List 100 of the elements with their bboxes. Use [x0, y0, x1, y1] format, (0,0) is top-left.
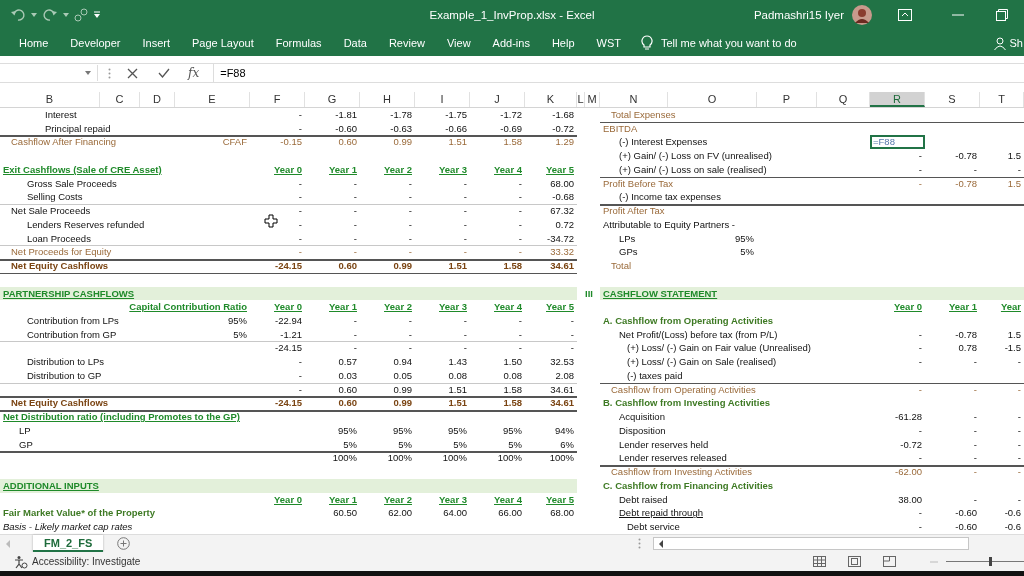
- year-heading: Year 4: [494, 300, 523, 314]
- table-cell-text: 66.00: [498, 506, 523, 521]
- grip-icon[interactable]: [108, 67, 111, 79]
- cell-editor[interactable]: =F88: [870, 135, 925, 150]
- ribbon-display-icon[interactable]: [898, 9, 912, 21]
- row-label: Net Equity Cashflows: [10, 259, 110, 273]
- customize-icon[interactable]: [93, 11, 101, 19]
- column-header[interactable]: K: [525, 92, 577, 107]
- column-header[interactable]: I: [415, 92, 470, 107]
- horizontal-scrollbar[interactable]: [653, 537, 970, 550]
- redo-icon[interactable]: [42, 8, 58, 22]
- column-header[interactable]: R: [870, 92, 925, 107]
- column-header[interactable]: O: [668, 92, 757, 107]
- column-header[interactable]: C: [100, 92, 140, 107]
- page-break-icon[interactable]: [883, 556, 896, 567]
- restore-icon[interactable]: [996, 9, 1008, 21]
- zoom-thumb[interactable]: [988, 557, 992, 566]
- ribbon-tab[interactable]: Review: [388, 34, 425, 52]
- enter-icon[interactable]: [158, 68, 170, 78]
- cancel-icon[interactable]: [127, 67, 138, 79]
- column-header[interactable]: P: [757, 92, 817, 107]
- row-label: (+) Loss/ (-) Gain on Sale (realised): [626, 355, 778, 369]
- ribbon-tab[interactable]: View: [446, 34, 471, 52]
- sheet-tab[interactable]: FM_2_FS: [33, 535, 104, 552]
- table-cell-text: -: [518, 190, 523, 205]
- ribbon-tab[interactable]: Home: [19, 34, 49, 52]
- table-cell-text: 95%: [338, 423, 358, 438]
- table-cell-text: -22.94: [275, 314, 303, 328]
- ribbon-tab[interactable]: WST: [596, 34, 621, 52]
- table-cell-text: 100%: [332, 451, 358, 466]
- table-cell-text: 68.00: [550, 506, 575, 521]
- table-cell-text: -: [518, 245, 523, 260]
- column-header[interactable]: D: [140, 92, 175, 107]
- row-label: Total Expenses: [610, 108, 677, 122]
- table-cell-text: 100%: [442, 451, 468, 466]
- table-cell-text: 0.94: [393, 355, 413, 369]
- table-cell-text: -1.5: [1004, 341, 1022, 356]
- row-label: (+) Gain/ (-) Loss on sale (realised): [618, 162, 768, 177]
- table-cell-text: -0.6: [1004, 506, 1022, 521]
- table-cell-text: 0.60: [338, 382, 358, 397]
- accessibility-status[interactable]: Accessibility: Investigate: [32, 556, 141, 567]
- add-sheet-icon[interactable]: [117, 537, 131, 550]
- column-header[interactable]: N: [600, 92, 668, 107]
- ribbon-tab[interactable]: Insert: [142, 34, 170, 52]
- table-cell-text: -61.28: [895, 410, 923, 424]
- section-heading: CASHFLOW STATEMENT: [600, 286, 1024, 301]
- column-header[interactable]: F: [250, 92, 305, 107]
- table-cell-text: -1.68: [552, 108, 575, 122]
- column-header[interactable]: L: [577, 92, 585, 107]
- table-cell-text: 1.51: [448, 396, 468, 411]
- table-cell-text: 1.51: [448, 382, 468, 397]
- row-label: Profit After Tax: [602, 204, 666, 218]
- table-cell-text: -0.60: [955, 520, 978, 534]
- row-label: Distribution to LPs: [26, 355, 106, 369]
- normal-view-icon[interactable]: [813, 556, 826, 567]
- tell-me-field[interactable]: Tell me what you want to do: [641, 35, 831, 51]
- caret-icon[interactable]: [63, 12, 69, 18]
- avatar[interactable]: [852, 5, 872, 25]
- table-cell-text: 62.00: [388, 506, 413, 521]
- shapes-icon[interactable]: [74, 8, 88, 22]
- caret-icon[interactable]: [85, 71, 91, 75]
- ribbon-tab[interactable]: Page Layout: [192, 34, 254, 52]
- row-label: Interest: [44, 108, 78, 122]
- column-header[interactable]: M: [585, 92, 600, 107]
- row-label: Attributable to Equity Partners -: [602, 217, 736, 232]
- table-cell-text: -0.68: [552, 190, 575, 205]
- undo-icon[interactable]: [10, 8, 26, 22]
- user-name[interactable]: Padmashri15 Iyer: [753, 9, 844, 21]
- table-cell-text: -: [918, 176, 923, 191]
- table-cell-text: 94%: [555, 423, 575, 438]
- year-heading: Year 2: [384, 162, 413, 177]
- section-heading: ADDITIONAL INPUTS: [0, 478, 577, 493]
- table-cell-text: 2.08: [555, 368, 575, 383]
- table-cell-text: -: [463, 176, 468, 191]
- caret-icon[interactable]: [31, 12, 37, 18]
- grip-icon[interactable]: [638, 538, 642, 549]
- column-header[interactable]: T: [980, 92, 1024, 107]
- insert-function-button[interactable]: fx: [184, 66, 204, 80]
- ribbon-tab[interactable]: Developer: [70, 34, 121, 52]
- table-cell-text: -: [298, 368, 303, 383]
- table-cell-text: 95%: [393, 423, 413, 438]
- table-cell-text: -: [1017, 410, 1022, 424]
- ribbon-tab[interactable]: Help: [551, 34, 575, 52]
- ribbon-tab[interactable]: Add-ins: [492, 34, 530, 52]
- column-header[interactable]: S: [925, 92, 980, 107]
- row-label: Net Proceeds for Equity: [10, 245, 113, 260]
- page-layout-icon[interactable]: [848, 556, 861, 567]
- ribbon-tab[interactable]: Formulas: [275, 34, 322, 52]
- share-button[interactable]: Sh: [993, 36, 1024, 50]
- column-header[interactable]: H: [360, 92, 415, 107]
- column-header[interactable]: E: [175, 92, 250, 107]
- column-header[interactable]: J: [470, 92, 525, 107]
- accessibility-icon[interactable]: [14, 554, 28, 569]
- table-cell-text: -: [298, 121, 303, 136]
- table-cell-text: -24.15: [275, 396, 303, 411]
- table-cell-text: -1.78: [390, 108, 413, 122]
- table-cell-text: 34.61: [550, 382, 575, 397]
- ribbon-tab[interactable]: Data: [343, 34, 367, 52]
- column-header[interactable]: B: [0, 92, 100, 107]
- column-header[interactable]: G: [305, 92, 360, 107]
